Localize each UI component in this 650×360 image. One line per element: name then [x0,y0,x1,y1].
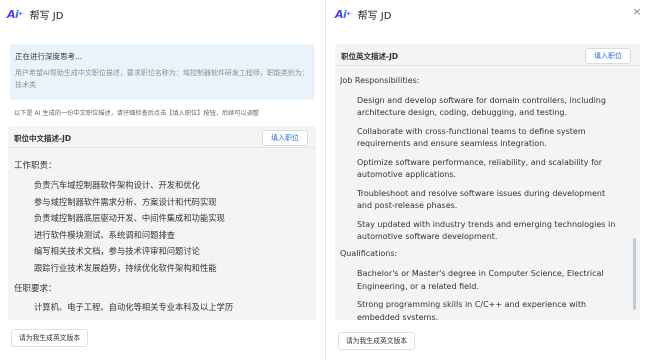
ai-logo-icon: Ai⁺ [335,7,351,21]
list-item: Stay updated with industry trends and em… [357,219,616,241]
generate-english-button[interactable]: 请为我生成英文版本 [11,329,89,347]
scrollbar[interactable] [633,238,636,310]
card-header: 职位英文描述-JD 填入职位 [335,44,640,66]
left-header: Ai⁺ 帮写 JD [7,6,63,22]
list-item: 参与域控制器软件需求分析、方案设计和代码实现 [34,196,217,207]
right-panel: Ai⁺ 帮写 JD × 职位英文描述-JD 填入职位 Job Responsib… [326,0,650,360]
list-item: 负责域控制器底层驱动开发、中间件集成和功能实现 [34,213,225,223]
list-item: Optimize software performance, reliabili… [357,157,603,180]
card-body: Job Responsibilities: Design and develop… [340,75,618,320]
list-item: Strong programming skills in C/C++ and e… [357,300,587,320]
app-title: 帮写 JD [29,10,64,22]
list-item: Design and develop software for domain c… [357,96,606,118]
list-item: 跟踪行业技术发展趋势，持续优化软件架构和性能 [34,262,217,273]
list-item: 负责汽车域控制器软件架构设计、开发和优化 [34,180,200,190]
list-item: 编写相关技术文档，参与技术评审和问题讨论 [34,246,200,256]
generate-english-button[interactable]: 请为我生成英文版本 [338,332,416,350]
card-title: 职位英文描述-JD [341,52,399,61]
section-title-qualifications: Qualifications: [340,249,398,259]
card-title: 职位中文描述-JD [14,134,72,143]
left-panel: Ai⁺ 帮写 JD 正在进行深度思考... 用户希望AI帮助生成中文职位描述，要… [0,0,325,360]
list-item: Bachelor's or Master's degree in Compute… [357,269,604,291]
section-title-responsibilities: Job Responsibilities: [340,76,420,85]
fill-position-button[interactable]: 填入职位 [585,48,631,64]
ai-logo-icon: Ai⁺ [7,7,23,21]
app-title: 帮写 JD [357,10,392,22]
list-item: Troubleshoot and resolve software issues… [357,188,606,210]
card-body: 工作职责： 负责汽车域控制器软件架构设计、开发和优化 参与域控制器软件需求分析、… [14,156,310,320]
right-header: Ai⁺ 帮写 JD [335,6,391,22]
thinking-text: 用户希望AI帮助生成中文职位描述，要求职位名称为：域控制器软件研发工程师，职能类… [15,69,309,89]
close-icon[interactable]: × [630,5,644,19]
jd-card-chinese: 职位中文描述-JD 填入职位 工作职责： 负责汽车域控制器软件架构设计、开发和优… [8,126,316,320]
list-item: 进行软件模块测试、系统调和问题排查 [34,229,176,240]
thinking-title: 正在进行深度思考... [15,52,83,61]
list-item: Collaborate with cross-functional teams … [357,126,586,149]
hint-text: 以下是 AI 生成的一份中文职位描述，请仔细检查后点击【填入职位】按钮，后续可以… [14,110,260,117]
jd-card-english: 职位英文描述-JD 填入职位 Job Responsibilities: Des… [335,44,640,320]
section-title-requirements: 任职要求： [14,284,57,294]
card-header: 职位中文描述-JD 填入职位 [8,126,316,148]
section-title-responsibilities: 工作职责： [14,161,57,171]
fill-position-button[interactable]: 填入职位 [262,130,308,146]
list-item: 计算机、电子工程、自动化等相关专业本科及以上学历 [34,302,234,312]
thinking-box: 正在进行深度思考... 用户希望AI帮助生成中文职位描述，要求职位名称为：域控制… [10,44,315,100]
